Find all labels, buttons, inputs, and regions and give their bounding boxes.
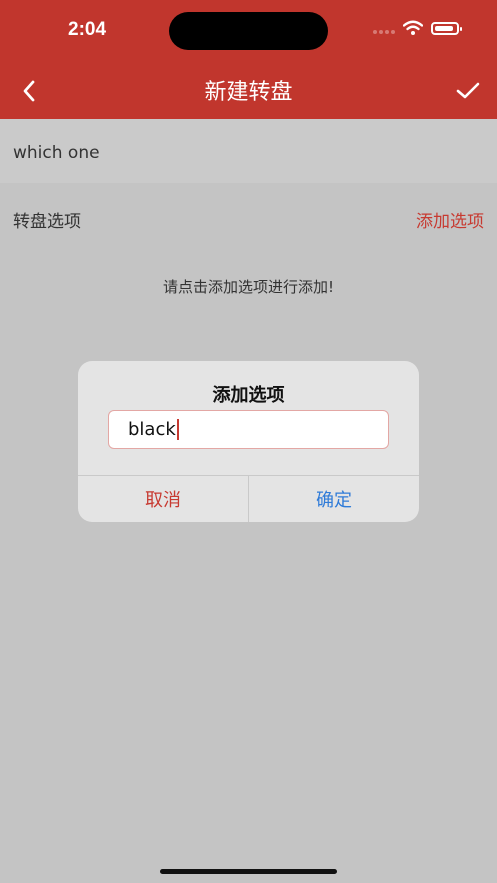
home-indicator[interactable] [160, 869, 337, 874]
wifi-icon [403, 20, 423, 35]
add-option-dialog: 添加选项 black 取消 确定 [78, 361, 419, 522]
options-label: 转盘选项 [13, 212, 81, 232]
app-header: 2:04 新建转盘 [0, 0, 497, 119]
status-time: 2:04 [68, 19, 107, 40]
save-button[interactable] [453, 76, 483, 106]
wheel-name-field[interactable]: which one [13, 143, 100, 163]
dialog-title: 添加选项 [212, 385, 285, 406]
cancel-button[interactable]: 取消 [78, 476, 248, 522]
dynamic-island [169, 12, 328, 50]
signal-icon [373, 22, 395, 34]
wheel-options-row: 转盘选项 添加选项 [0, 183, 497, 253]
battery-icon [431, 21, 462, 35]
page-title: 新建转盘 [204, 80, 293, 105]
add-option-button[interactable]: 添加选项 [416, 207, 484, 232]
empty-hint: 请点击添加选项进行添加! [162, 278, 334, 296]
text-caret [176, 419, 179, 440]
ok-button[interactable]: 确定 [249, 476, 419, 522]
status-icons [373, 20, 462, 36]
checkmark-icon [456, 82, 480, 99]
wheel-name-row: which one [0, 119, 497, 183]
option-input[interactable]: black [108, 410, 389, 449]
option-input-value: black [128, 419, 176, 440]
